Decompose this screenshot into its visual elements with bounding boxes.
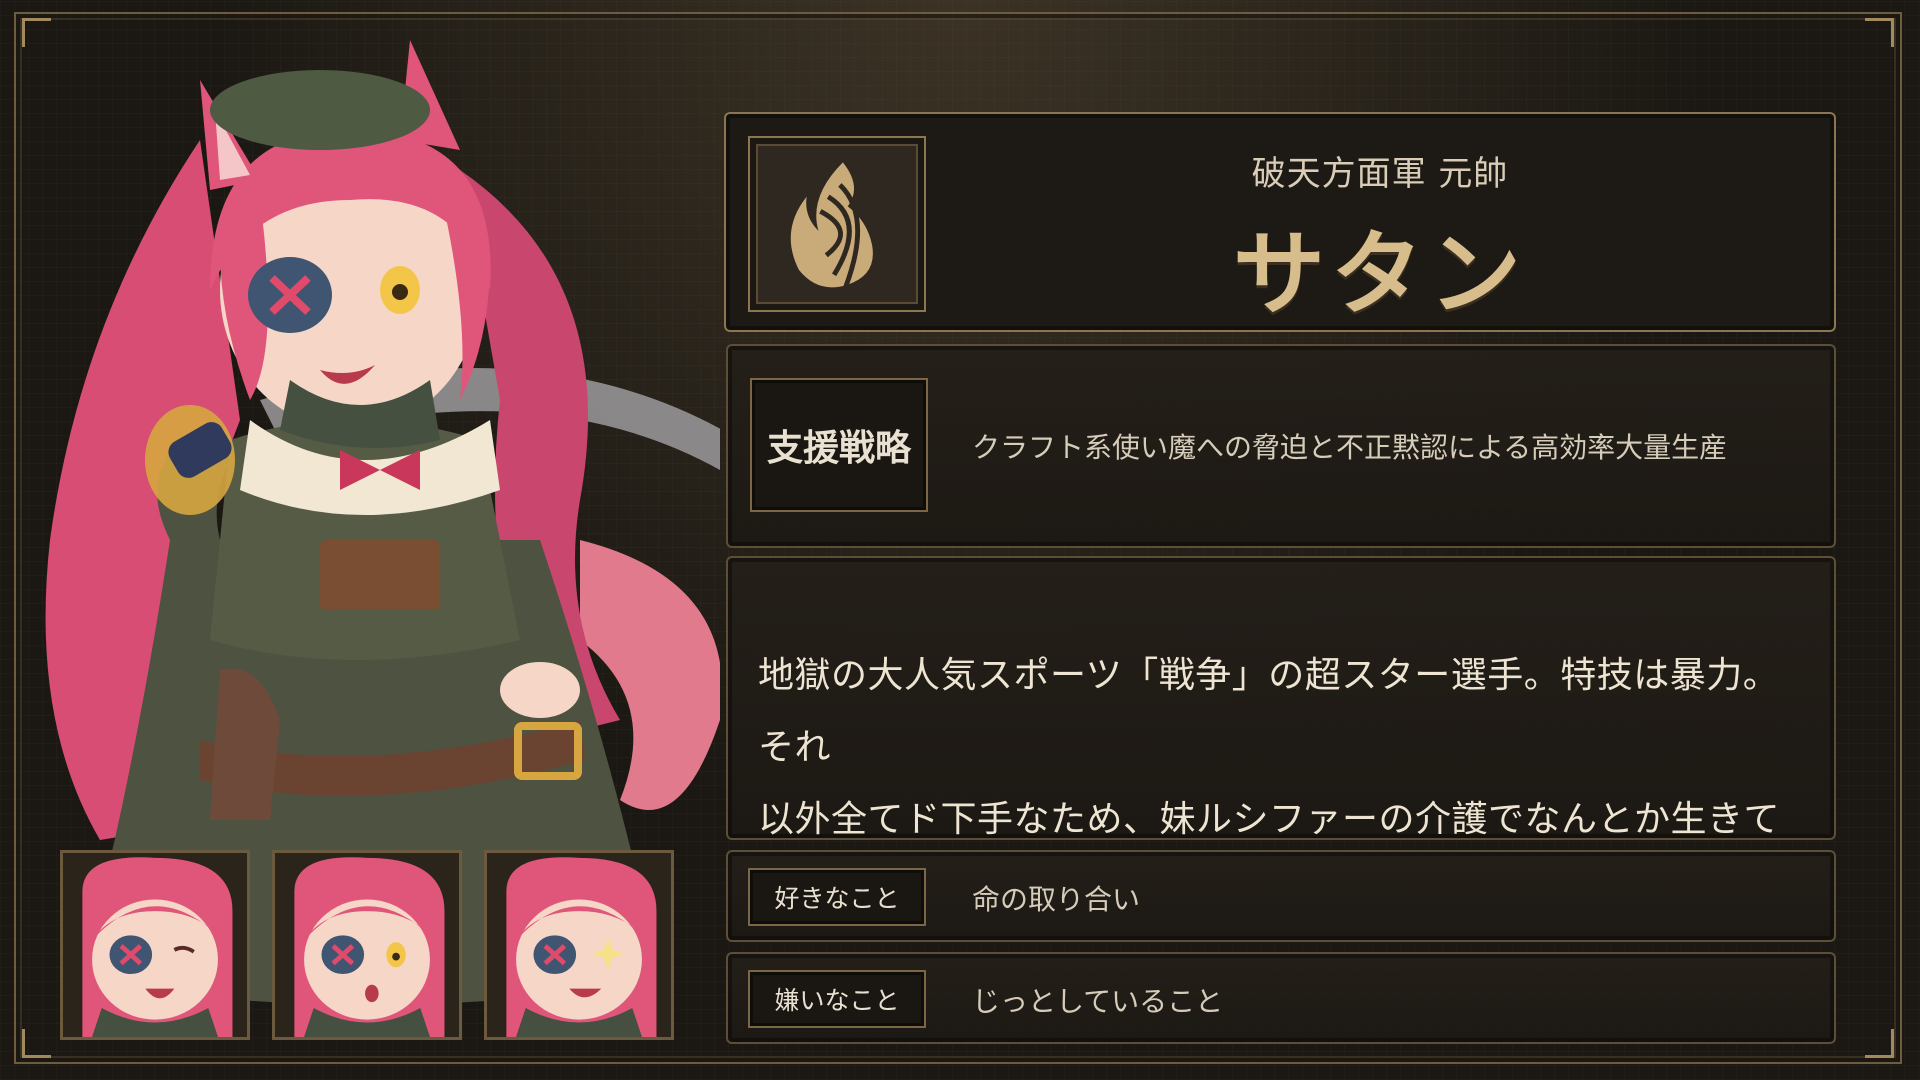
likes-text: 命の取り合い [972,883,1141,916]
expression-sparkle-icon [487,853,671,1037]
strategy-text: クラフト系使い魔への脅迫と不正黙認による高効率大量生産 [972,431,1728,464]
name-panel: 破天方面軍 元帥 サタン [724,112,1836,332]
expression-worried-icon [275,853,459,1037]
expression-crying-icon [63,853,247,1037]
expression-thumb-3[interactable] [484,850,674,1040]
likes-row: 好きなこと 命の取り合い [726,850,1836,942]
frame-corner [1865,18,1894,47]
likes-label: 好きなこと [748,868,926,926]
strategy-panel: 支援戦略 クラフト系使い魔への脅迫と不正黙認による高効率大量生産 [726,344,1836,548]
strategy-label: 支援戦略 [750,378,928,512]
description-line: 地獄の大人気スポーツ「戦争」の超スター選手。特技は暴力。それ [758,655,1780,768]
affiliation-title: 破天方面軍 元帥 [1251,154,1509,194]
dislikes-text: じっとしていること [972,985,1224,1018]
dislikes-row: 嫌いなこと じっとしていること [726,952,1836,1044]
flame-emblem-icon [748,136,926,312]
expression-thumb-1[interactable] [60,850,250,1040]
character-profile-screen: 破天方面軍 元帥 サタン 支援戦略 クラフト系使い魔への脅迫と不正黙認による高効… [0,0,1920,1080]
frame-corner [1865,1029,1894,1058]
dislikes-label: 嫌いなこと [748,970,926,1028]
expression-thumbnails [60,850,674,1040]
description-panel: 地獄の大人気スポーツ「戦争」の超スター選手。特技は暴力。それ 以外全てド下手なた… [726,556,1836,912]
expression-thumb-2[interactable] [272,850,462,1040]
character-name: サタン [1232,221,1527,328]
